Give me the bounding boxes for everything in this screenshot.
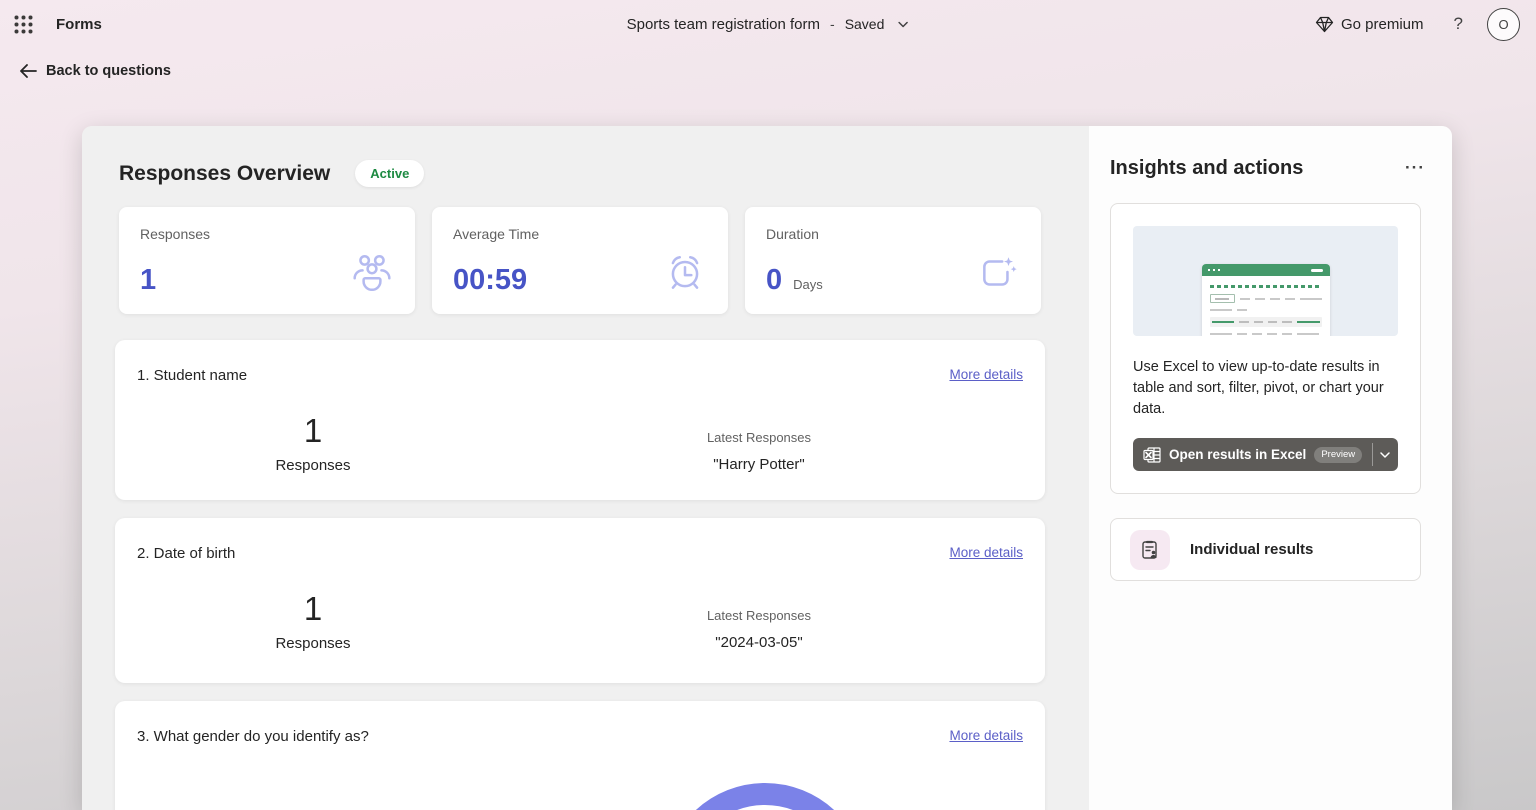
stat-card-responses: Responses 1 [119,207,415,314]
response-count-block: 1 Responses [115,412,511,474]
status-badge: Active [355,160,424,187]
alarm-clock-icon [664,252,706,294]
latest-response-block: Latest Responses "2024-03-05" [559,608,959,651]
topbar-right: Go premium ? O [1309,8,1526,41]
calendar-sparkle-icon [977,252,1019,294]
excel-button-dropdown[interactable] [1373,438,1398,471]
stat-label: Responses [140,226,210,242]
stat-card-average-time: Average Time 00:59 [432,207,728,314]
stat-unit: Days [793,277,823,292]
more-details-link[interactable]: More details [949,545,1023,560]
app-name: Forms [56,16,102,33]
insights-title: Insights and actions [1110,157,1303,180]
app-launcher-icon[interactable] [4,5,42,43]
stat-card-duration: Duration 0 Days [745,207,1041,314]
more-details-link[interactable]: More details [949,367,1023,382]
latest-responses-label: Latest Responses [559,608,959,623]
gender-donut-chart [663,783,867,810]
latest-response-value: "Harry Potter" [559,456,959,473]
stat-value: 0 [766,264,782,297]
more-details-link[interactable]: More details [949,728,1023,743]
latest-responses-label: Latest Responses [559,430,959,445]
chevron-down-icon [1379,449,1391,461]
go-premium-label: Go premium [1341,16,1424,33]
stats-row: Responses 1 Average Time 00:59 [119,207,1089,314]
save-status: Saved [845,16,885,32]
open-results-label: Open results in Excel [1169,447,1306,462]
back-to-questions-button[interactable]: Back to questions [20,63,171,79]
top-app-bar: Forms Sports team registration form - Sa… [0,0,1536,48]
more-options-icon[interactable]: ··· [1399,156,1431,180]
individual-results-icon-box [1130,530,1170,570]
individual-results-button[interactable]: Individual results [1110,518,1421,581]
excel-insight-card: Use Excel to view up-to-date results in … [1110,203,1421,494]
stat-label: Average Time [453,226,539,242]
preview-badge: Preview [1314,447,1362,463]
question-title: 2. Date of birth [137,545,235,562]
clipboard-person-icon [1139,539,1161,561]
insights-header: Insights and actions ··· [1110,156,1431,180]
question-card-2: 2. Date of birth More details 1 Response… [115,518,1045,683]
go-premium-button[interactable]: Go premium [1309,12,1430,37]
excel-description: Use Excel to view up-to-date results in … [1133,357,1398,420]
latest-response-value: "2024-03-05" [559,634,959,651]
question-card-1: 1. Student name More details 1 Responses… [115,340,1045,500]
question-title: 1. Student name [137,367,247,384]
people-icon [351,252,393,294]
mini-spreadsheet-graphic [1202,264,1330,336]
response-count: 1 [115,412,511,450]
form-title: Sports team registration form [627,16,820,33]
response-count-label: Responses [115,457,511,474]
open-results-in-excel-button[interactable]: Open results in Excel Preview [1133,438,1398,471]
question-title: 3. What gender do you identify as? [137,728,369,745]
form-title-group[interactable]: Sports team registration form - Saved [627,16,910,33]
latest-response-block: Latest Responses "Harry Potter" [559,430,959,473]
title-separator: - [830,16,835,32]
back-arrow-icon [20,64,37,78]
stat-label: Duration [766,226,819,242]
response-count: 1 [115,590,511,628]
overview-header: Responses Overview Active [119,160,1089,187]
help-icon[interactable]: ? [1444,10,1473,38]
chevron-down-icon[interactable] [896,18,909,31]
response-count-label: Responses [115,635,511,652]
responses-page-container: Responses Overview Active Responses 1 Av… [82,126,1452,810]
avatar-initial: O [1498,17,1508,32]
stat-value: 00:59 [453,264,527,297]
page-title: Responses Overview [119,162,330,186]
waffle-icon [14,15,33,34]
insights-sidebar: Insights and actions ··· [1089,126,1452,810]
avatar[interactable]: O [1487,8,1520,41]
question-card-3: 3. What gender do you identify as? More … [115,701,1045,810]
excel-icon [1143,447,1161,463]
responses-overview-panel: Responses Overview Active Responses 1 Av… [82,126,1089,810]
individual-results-label: Individual results [1190,541,1313,558]
response-count-block: 1 Responses [115,590,511,652]
stat-value: 1 [140,264,156,297]
back-to-questions-label: Back to questions [46,63,171,79]
excel-illustration [1133,226,1398,336]
diamond-icon [1315,16,1334,33]
